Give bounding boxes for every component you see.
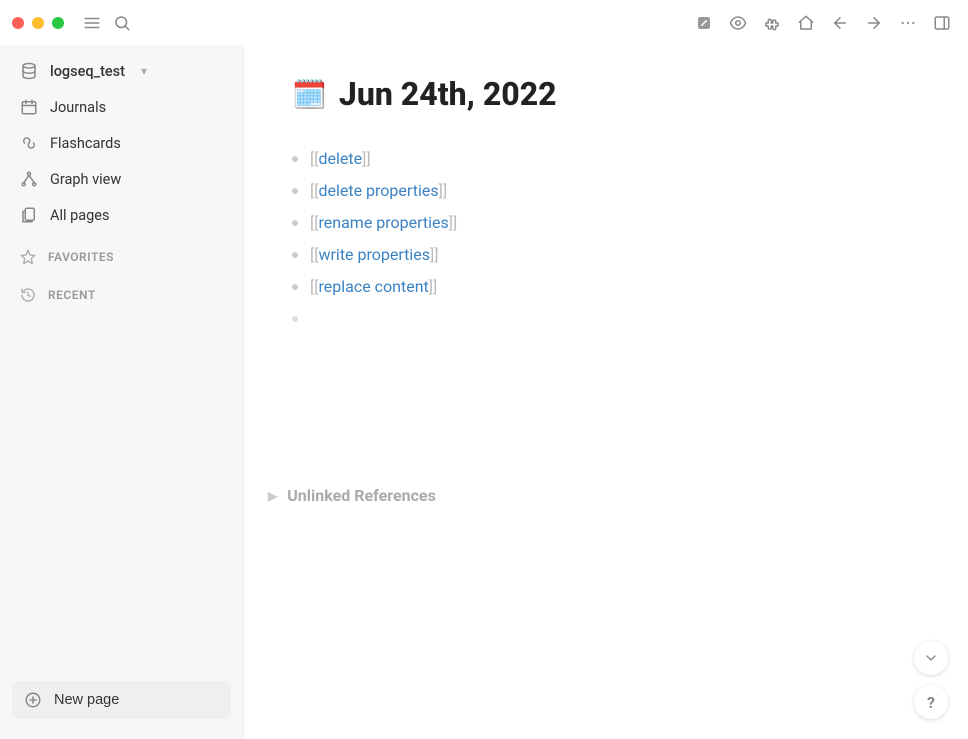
caret-right-icon: ▶ [268,489,277,503]
search-icon[interactable] [112,13,132,33]
infinity-icon [20,134,38,152]
new-page-label: New page [54,692,119,708]
block[interactable]: [[delete properties]] [292,175,920,207]
sidebar-item-flashcards[interactable]: Flashcards [0,125,243,161]
right-sidebar-toggle-icon[interactable] [932,13,952,33]
graph-name: logseq_test [50,63,125,80]
sidebar-item-graph-view[interactable]: Graph view [0,161,243,197]
block-list: [[delete]] [[delete properties]] [[renam… [292,143,920,326]
sidebar-item-all-pages[interactable]: All pages [0,197,243,233]
plus-circle-icon [24,691,42,709]
page-icon: 🗓️ [292,78,327,111]
sidebar: logseq_test ▾ Journals Flashcards Graph … [0,45,244,739]
page-link[interactable]: rename properties [318,213,448,232]
bullet-icon[interactable] [292,188,298,194]
favorites-section[interactable]: FAVORITES [0,233,243,271]
unlinked-references-toggle[interactable]: ▶ Unlinked References [268,486,920,505]
sidebar-item-journals[interactable]: Journals [0,89,243,125]
star-icon [20,249,36,265]
block[interactable]: [[rename properties]] [292,207,920,239]
sidebar-item-label: All pages [50,207,109,224]
help-button[interactable]: ? [914,685,948,719]
unlinked-references-label: Unlinked References [287,486,436,505]
bullet-icon[interactable] [292,252,298,258]
graph-switcher[interactable]: logseq_test ▾ [0,53,243,89]
sidebar-item-label: Flashcards [50,135,121,152]
maximize-window-button[interactable] [52,17,64,29]
pages-icon [20,206,38,224]
page-title[interactable]: 🗓️ Jun 24th, 2022 [292,75,920,113]
empty-block[interactable] [292,303,920,326]
home-icon[interactable] [796,13,816,33]
window-controls [12,17,64,29]
back-icon[interactable] [830,13,850,33]
page-link[interactable]: write properties [318,245,430,264]
page-link[interactable]: delete properties [318,181,438,200]
new-page-button[interactable]: New page [12,681,231,719]
recent-section[interactable]: RECENT [0,271,243,309]
scroll-down-button[interactable] [914,641,948,675]
database-icon [20,62,38,80]
bullet-icon[interactable] [292,316,298,322]
bullet-icon[interactable] [292,284,298,290]
sidebar-item-label: Journals [50,99,106,116]
block[interactable]: [[replace content]] [292,271,920,303]
page-link[interactable]: delete [318,149,362,168]
bullet-icon[interactable] [292,156,298,162]
minimize-window-button[interactable] [32,17,44,29]
titlebar [0,0,968,45]
main-content: 🗓️ Jun 24th, 2022 [[delete]] [[delete pr… [244,45,968,739]
edit-icon[interactable] [694,13,714,33]
sidebar-item-label: Graph view [50,171,121,188]
forward-icon[interactable] [864,13,884,33]
menu-icon[interactable] [82,13,102,33]
eye-icon[interactable] [728,13,748,33]
close-window-button[interactable] [12,17,24,29]
more-icon[interactable] [898,13,918,33]
block[interactable]: [[delete]] [292,143,920,175]
chevron-down-icon: ▾ [141,64,147,78]
page-title-text: Jun 24th, 2022 [339,75,557,113]
bullet-icon[interactable] [292,220,298,226]
plugin-icon[interactable] [762,13,782,33]
favorites-label: FAVORITES [48,250,114,264]
page-link[interactable]: replace content [318,277,428,296]
recent-label: RECENT [48,288,96,302]
calendar-icon [20,98,38,116]
graph-icon [20,170,38,188]
block[interactable]: [[write properties]] [292,239,920,271]
history-icon [20,287,36,303]
